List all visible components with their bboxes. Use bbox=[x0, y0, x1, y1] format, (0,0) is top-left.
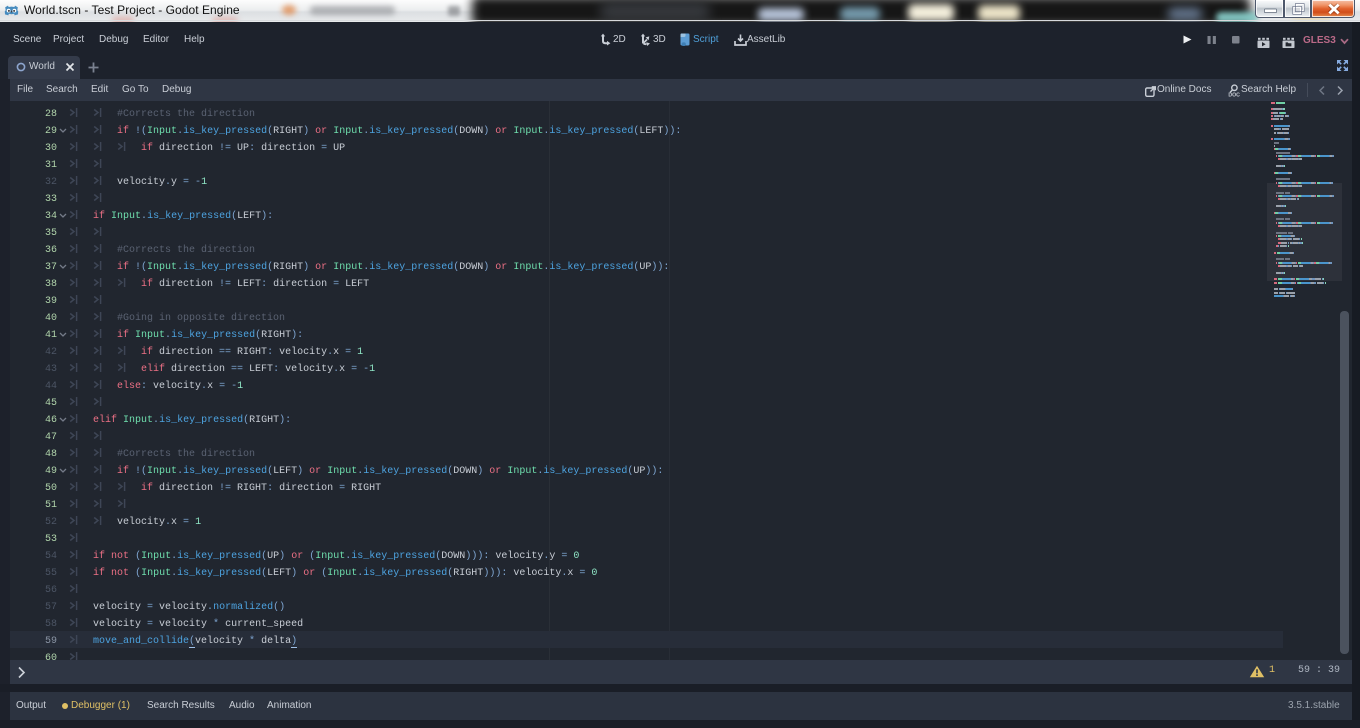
svg-text:DOC: DOC bbox=[1228, 93, 1240, 97]
